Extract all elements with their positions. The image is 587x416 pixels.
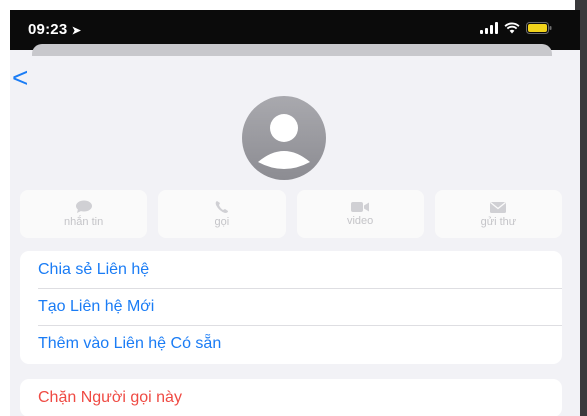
create-new-contact-option[interactable]: Tạo Liên hệ Mới bbox=[20, 288, 562, 325]
back-button[interactable]: < bbox=[12, 64, 36, 92]
mail-icon bbox=[489, 201, 507, 214]
battery-icon bbox=[526, 22, 552, 34]
status-icons bbox=[480, 22, 552, 34]
message-button[interactable]: nhắn tin bbox=[20, 190, 148, 238]
message-label: nhắn tin bbox=[64, 216, 104, 228]
location-arrow-icon: ➤ bbox=[71, 25, 82, 37]
quick-actions: nhắn tin gọi video gửi thư bbox=[20, 190, 562, 238]
block-caller-option[interactable]: Chặn Người gọi này bbox=[20, 379, 562, 416]
status-time: 09:23 ➤ bbox=[28, 21, 82, 38]
mail-label: gửi thư bbox=[480, 215, 517, 228]
video-icon bbox=[350, 201, 370, 213]
share-contact-option[interactable]: Chia sẻ Liên hệ bbox=[20, 251, 562, 288]
video-button[interactable]: video bbox=[296, 190, 424, 238]
wifi-icon bbox=[504, 22, 520, 34]
person-avatar-icon bbox=[242, 96, 326, 180]
call-button[interactable]: gọi bbox=[158, 190, 286, 238]
call-label: gọi bbox=[214, 216, 230, 228]
add-to-existing-contact-option[interactable]: Thêm vào Liên hệ Có sẵn bbox=[20, 325, 562, 362]
mail-button[interactable]: gửi thư bbox=[434, 190, 562, 238]
phone-icon bbox=[214, 200, 230, 214]
message-icon bbox=[75, 200, 93, 214]
cellular-signal-icon bbox=[480, 22, 498, 34]
contact-sheet: < nhắn tin gọi video gửi thư Chia sẻ Liê… bbox=[10, 56, 580, 416]
block-group: Chặn Người gọi này bbox=[20, 379, 562, 416]
video-label: video bbox=[346, 215, 374, 227]
phone-screen: 09:23 ➤ < nhắn tin gọi video gửi thư Chi… bbox=[10, 10, 580, 416]
contact-options-group: Chia sẻ Liên hệ Tạo Liên hệ Mới Thêm vào… bbox=[20, 251, 562, 364]
